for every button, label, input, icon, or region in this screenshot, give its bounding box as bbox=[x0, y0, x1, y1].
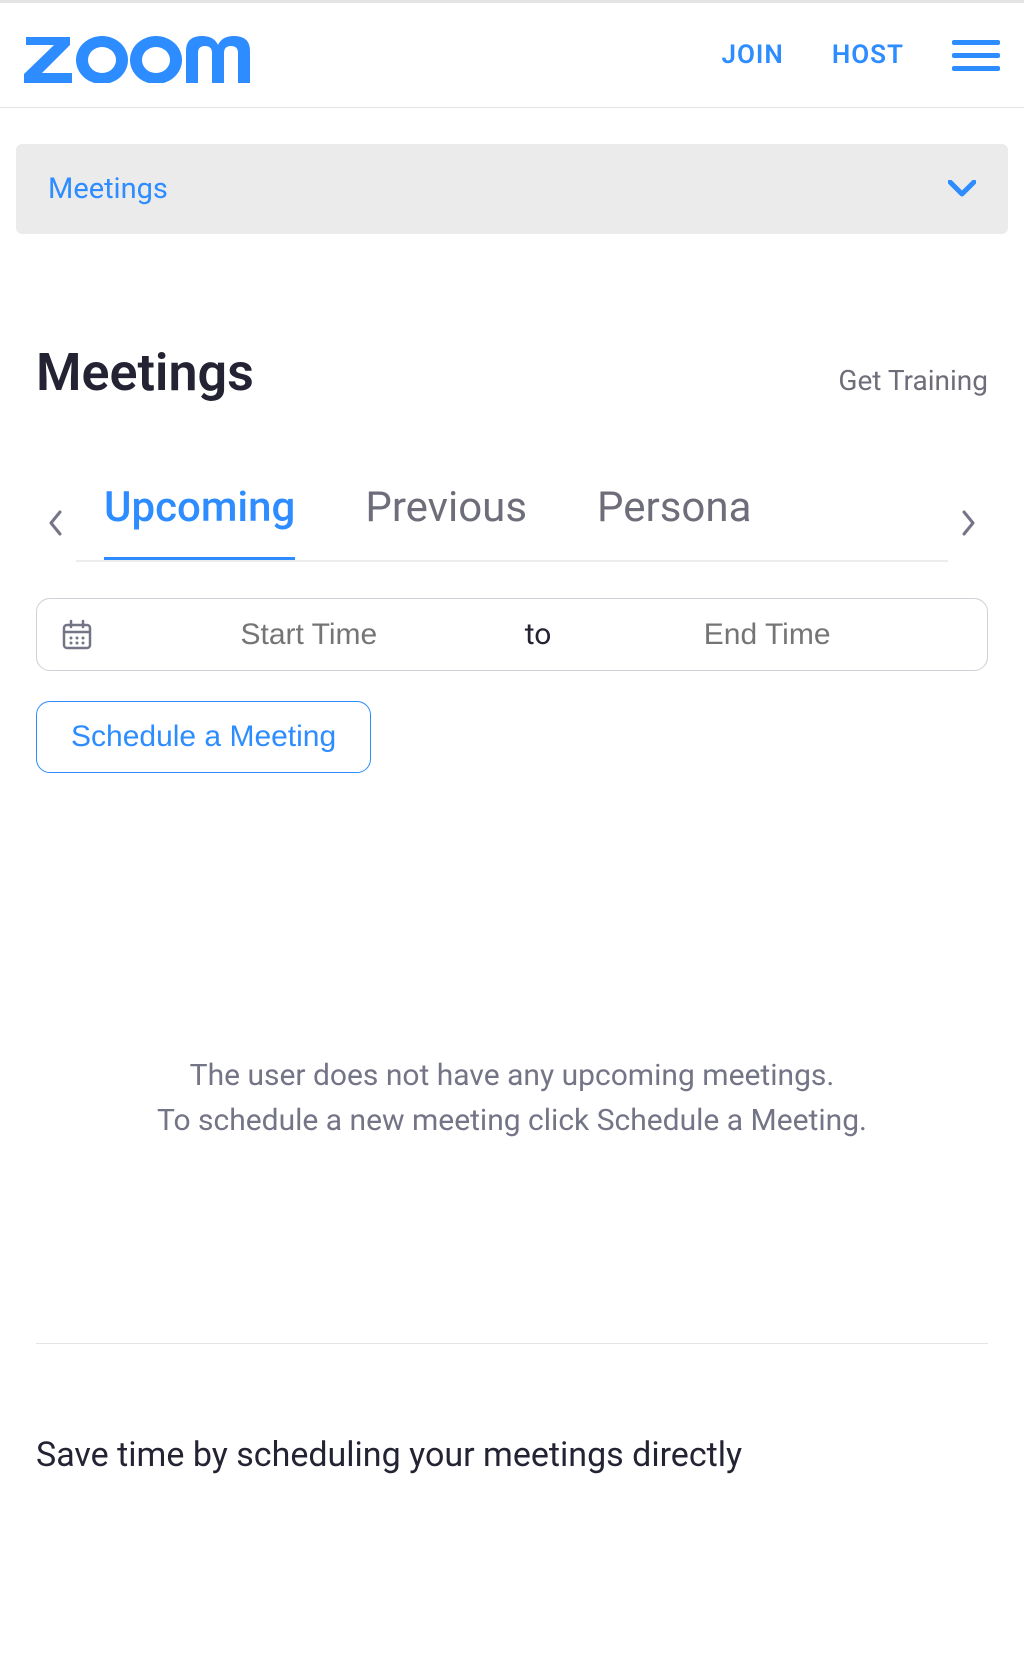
page-title: Meetings bbox=[36, 342, 254, 403]
zoom-logo[interactable] bbox=[24, 27, 264, 83]
schedule-meeting-button[interactable]: Schedule a Meeting bbox=[36, 701, 371, 773]
tab-personal[interactable]: Persona bbox=[597, 483, 751, 560]
hamburger-menu-icon[interactable] bbox=[952, 40, 1000, 71]
tab-upcoming[interactable]: Upcoming bbox=[104, 483, 295, 560]
header: JOIN HOST bbox=[0, 3, 1024, 108]
tabs: Upcoming Previous Persona bbox=[76, 483, 948, 562]
empty-state-line2: To schedule a new meeting click Schedule… bbox=[36, 1098, 988, 1143]
tab-previous[interactable]: Previous bbox=[365, 483, 527, 560]
tabs-scroll-left[interactable] bbox=[36, 510, 76, 536]
calendar-icon bbox=[61, 619, 93, 651]
footer-promo-text: Save time by scheduling your meetings di… bbox=[36, 1432, 988, 1480]
page-header: Meetings Get Training bbox=[36, 342, 988, 403]
join-link[interactable]: JOIN bbox=[722, 40, 784, 70]
empty-state: The user does not have any upcoming meet… bbox=[36, 1053, 988, 1143]
start-time-input[interactable] bbox=[113, 618, 505, 652]
host-link[interactable]: HOST bbox=[832, 40, 904, 70]
get-training-link[interactable]: Get Training bbox=[838, 364, 988, 397]
date-range-separator: to bbox=[525, 617, 552, 652]
nav-dropdown[interactable]: Meetings bbox=[16, 144, 1008, 234]
date-range-picker[interactable]: to bbox=[36, 598, 988, 671]
tabs-container: Upcoming Previous Persona bbox=[36, 483, 988, 562]
chevron-down-icon bbox=[948, 180, 976, 198]
tabs-scroll-right[interactable] bbox=[948, 510, 988, 536]
main-content: Meetings Get Training Upcoming Previous … bbox=[0, 342, 1024, 1480]
nav-dropdown-label: Meetings bbox=[48, 172, 168, 206]
section-divider bbox=[36, 1343, 988, 1344]
end-time-input[interactable] bbox=[571, 618, 963, 652]
empty-state-line1: The user does not have any upcoming meet… bbox=[36, 1053, 988, 1098]
header-actions: JOIN HOST bbox=[722, 40, 1000, 71]
